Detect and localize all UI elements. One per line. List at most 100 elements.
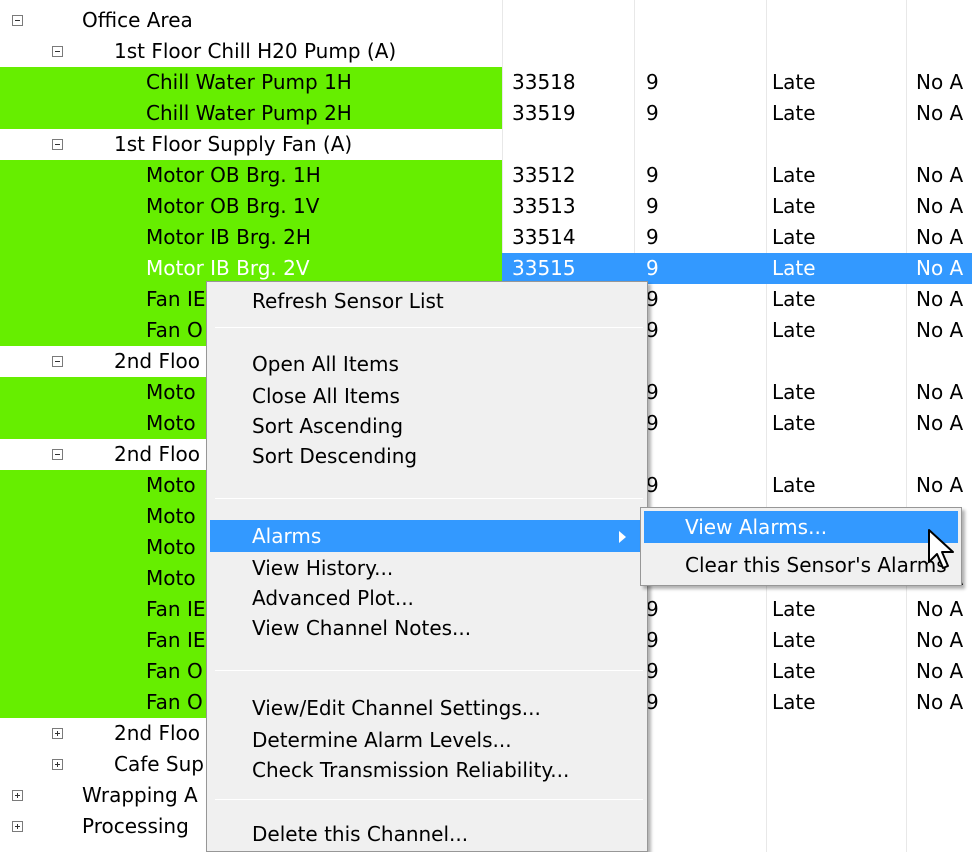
count-cell: 9 — [646, 380, 659, 404]
group-row[interactable]: 1st Floor Chill H20 Pump (A) — [0, 36, 972, 67]
menu-item-check-transmission-reliability[interactable]: Check Transmission Reliability... — [210, 754, 644, 786]
menu-item-alarms[interactable]: Alarms — [210, 520, 644, 552]
menu-item-delete-this-channel[interactable]: Delete this Channel... — [210, 818, 644, 850]
menu-separator — [215, 498, 643, 499]
name-cell: Chill Water Pump 2H — [0, 98, 502, 129]
expand-icon[interactable] — [12, 790, 23, 801]
menu-item-advanced-plot[interactable]: Advanced Plot... — [210, 582, 644, 614]
alarm-cell: No A — [916, 101, 964, 125]
menu-item-clear-sensor-alarms[interactable]: Clear this Sensor's Alarms — [644, 549, 958, 581]
channel-id-cell: 33518 — [512, 70, 576, 94]
count-cell: 9 — [646, 690, 659, 714]
menu-item-label: Close All Items — [252, 384, 400, 408]
count-cell: 9 — [646, 628, 659, 652]
channel-id-cell: 33514 — [512, 225, 576, 249]
row-label: 1st Floor Supply Fan (A) — [114, 132, 353, 156]
expand-icon[interactable] — [52, 759, 63, 770]
count-cell: 9 — [646, 411, 659, 435]
menu-item-label: Refresh Sensor List — [252, 289, 444, 313]
menu-item-close-all-items[interactable]: Close All Items — [210, 380, 644, 412]
menu-item-label: View History... — [252, 556, 394, 580]
status-cell: Late — [772, 690, 816, 714]
collapse-icon[interactable] — [12, 15, 23, 26]
status-cell: Late — [772, 287, 816, 311]
status-cell: Late — [772, 318, 816, 342]
status-cell: Late — [772, 659, 816, 683]
collapse-icon[interactable] — [52, 46, 63, 57]
alarm-cell: No A — [916, 194, 964, 218]
name-cell: Chill Water Pump 1H — [0, 67, 502, 98]
row-label: Moto — [146, 380, 196, 404]
alarm-cell: No A — [906, 253, 972, 284]
expand-icon[interactable] — [52, 728, 63, 739]
row-label: Cafe Sup — [114, 752, 204, 776]
count-cell: 9 — [646, 194, 659, 218]
menu-item-sort-descending[interactable]: Sort Descending — [210, 440, 644, 472]
status-cell: Late — [772, 473, 816, 497]
menu-item-view-history[interactable]: View History... — [210, 552, 644, 584]
sensor-row[interactable]: Motor OB Brg. 1H 33512 9 Late No A — [0, 160, 972, 191]
status-cell: Late — [772, 380, 816, 404]
count-cell: 9 — [646, 473, 659, 497]
menu-item-label: Alarms — [252, 524, 322, 548]
row-label: Moto — [146, 504, 196, 528]
group-row[interactable]: 1st Floor Supply Fan (A) — [0, 129, 972, 160]
status-cell: Late — [772, 70, 816, 94]
menu-item-sort-ascending[interactable]: Sort Ascending — [210, 410, 644, 442]
status-cell: Late — [772, 194, 816, 218]
channel-id-cell: 33513 — [512, 194, 576, 218]
name-cell: 1st Floor Chill H20 Pump (A) — [0, 36, 502, 67]
status-cell: Late — [772, 225, 816, 249]
menu-item-view-alarms[interactable]: View Alarms... — [644, 511, 958, 543]
collapse-icon[interactable] — [52, 449, 63, 460]
mouse-pointer-icon — [928, 529, 954, 569]
alarm-cell: No A — [916, 659, 964, 683]
menu-item-view-edit-channel-settings[interactable]: View/Edit Channel Settings... — [210, 692, 644, 724]
status-cell: Late — [772, 628, 816, 652]
sensor-row[interactable]: Motor IB Brg. 2V 33515 9 Late No A — [0, 253, 972, 284]
group-row[interactable]: Office Area — [0, 5, 972, 36]
sensor-row[interactable]: Chill Water Pump 1H 33518 9 Late No A — [0, 67, 972, 98]
row-label: Motor IB Brg. 2H — [146, 225, 311, 249]
row-label: Fan O — [146, 318, 203, 342]
name-cell: Motor IB Brg. 2V — [0, 253, 502, 284]
collapse-icon[interactable] — [52, 139, 63, 150]
sensor-row[interactable]: Motor IB Brg. 2H 33514 9 Late No A — [0, 222, 972, 253]
sensor-row[interactable]: Motor OB Brg. 1V 33513 9 Late No A — [0, 191, 972, 222]
alarm-cell: No A — [916, 225, 964, 249]
status-cell: Late — [772, 411, 816, 435]
menu-item-label: Delete this Channel... — [252, 822, 469, 846]
alarm-cell: No A — [916, 628, 964, 652]
menu-separator — [215, 327, 643, 328]
count-cell: 9 — [646, 70, 659, 94]
alarm-cell: No A — [916, 690, 964, 714]
channel-id-cell: 33519 — [512, 101, 576, 125]
row-label: Moto — [146, 535, 196, 559]
alarm-cell: No A — [916, 318, 964, 342]
expand-icon[interactable] — [12, 821, 23, 832]
row-label: Fan O — [146, 659, 203, 683]
count-cell: 9 — [646, 225, 659, 249]
menu-item-label: Sort Descending — [252, 444, 418, 468]
channel-id-cell: 33515 — [502, 253, 634, 284]
row-label: Wrapping A — [82, 783, 198, 807]
status-cell: Late — [772, 597, 816, 621]
alarms-submenu: View Alarms... Clear this Sensor's Alarms — [640, 507, 962, 586]
row-label: Fan O — [146, 690, 203, 714]
menu-item-label: Sort Ascending — [252, 414, 404, 438]
menu-item-view-channel-notes[interactable]: View Channel Notes... — [210, 612, 644, 644]
count-cell: 9 — [646, 101, 659, 125]
status-cell: Late — [766, 253, 906, 284]
menu-item-label: Advanced Plot... — [252, 586, 414, 610]
sensor-row[interactable]: Chill Water Pump 2H 33519 9 Late No A — [0, 98, 972, 129]
collapse-icon[interactable] — [52, 356, 63, 367]
row-label: Motor IB Brg. 2V — [146, 256, 310, 280]
row-label: Processing — [82, 814, 189, 838]
menu-item-determine-alarm-levels[interactable]: Determine Alarm Levels... — [210, 724, 644, 756]
menu-item-refresh-sensor-list[interactable]: Refresh Sensor List — [210, 285, 644, 317]
name-cell: Motor OB Brg. 1V — [0, 191, 502, 222]
count-cell: 9 — [634, 253, 766, 284]
menu-item-label: View Channel Notes... — [252, 616, 472, 640]
menu-item-open-all-items[interactable]: Open All Items — [210, 348, 644, 380]
menu-item-label: Open All Items — [252, 352, 399, 376]
